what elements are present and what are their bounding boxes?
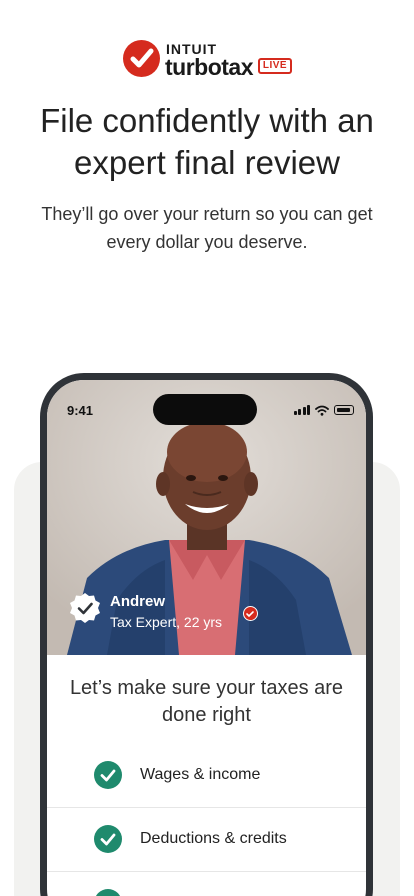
turbotax-checkmark-icon	[123, 40, 160, 77]
phone-mockup: 9:41 Andrew Tax Expert, 22 yrs Let’s mak…	[40, 373, 373, 896]
expert-title: Tax Expert, 22 yrs	[110, 614, 223, 630]
expert-video: 9:41 Andrew Tax Expert, 22 yrs	[47, 380, 366, 655]
list-item: E	[47, 872, 366, 896]
expert-name: Andrew	[110, 593, 166, 610]
check-circle-icon	[94, 889, 122, 896]
list-item-label: Deductions & credits	[140, 830, 287, 847]
list-item: Wages & income	[47, 744, 366, 808]
phone-screen: 9:41 Andrew Tax Expert, 22 yrs Let’s mak…	[47, 380, 366, 896]
wifi-icon	[315, 405, 329, 416]
verified-badge-icon	[70, 593, 100, 623]
check-circle-icon	[94, 761, 122, 789]
page-subheadline: They’ll go over your return so you can g…	[41, 204, 373, 252]
battery-icon	[334, 405, 354, 415]
review-card-title: Let’s make sure your taxes are done righ…	[69, 677, 344, 726]
dynamic-island	[153, 394, 257, 425]
signal-icon	[293, 405, 310, 415]
turbotax-pin-icon	[243, 606, 258, 621]
logo-product-text: turbotax	[165, 54, 254, 80]
turbotax-logo: INTUIT turbotax LIVE	[0, 40, 414, 80]
page-headline: File confidently with an expert final re…	[40, 102, 374, 181]
check-circle-icon	[94, 825, 122, 853]
list-item-label: Wages & income	[140, 766, 261, 783]
review-checklist: Wages & income Deductions & credits E	[47, 744, 366, 896]
live-badge: LIVE	[258, 58, 292, 74]
list-item: Deductions & credits	[47, 808, 366, 872]
status-bar-time: 9:41	[67, 403, 94, 418]
status-bar-icons	[293, 404, 354, 416]
